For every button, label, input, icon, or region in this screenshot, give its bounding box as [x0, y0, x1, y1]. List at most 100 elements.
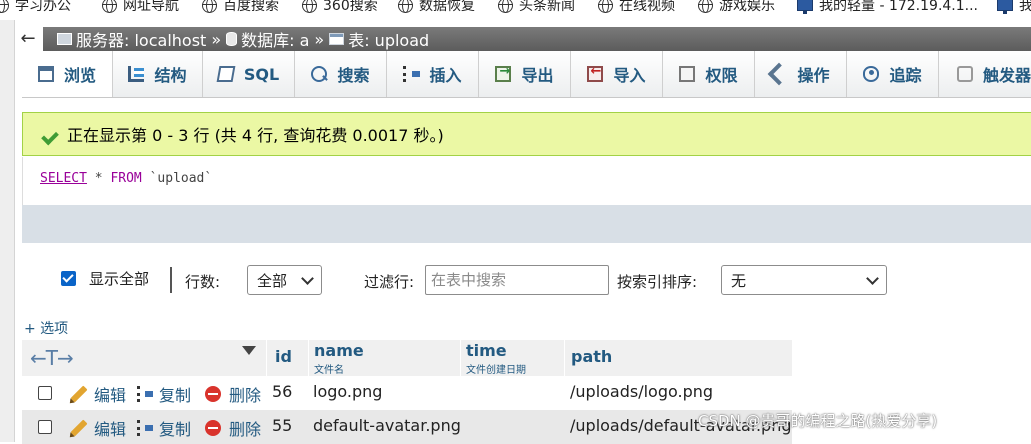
success-message: 正在显示第 0 - 3 行 (共 4 行, 查询花费 0.0017 秒。): [22, 112, 1031, 156]
bookmark-item[interactable]: 网址导航: [102, 0, 179, 16]
column-toggle-arrows[interactable]: ←T→: [30, 346, 74, 370]
edit-button[interactable]: 编辑: [70, 416, 126, 440]
sql-toolbar: [22, 205, 1031, 243]
structure-icon: [128, 66, 145, 82]
sort-select[interactable]: 无: [721, 265, 887, 295]
tab-tracking[interactable]: 追踪: [847, 51, 939, 97]
bookmark-item[interactable]: 360搜索: [302, 0, 378, 16]
tab-triggers[interactable]: 触发器: [939, 51, 1031, 97]
show-all-checkbox[interactable]: [61, 271, 76, 286]
delete-icon: [205, 420, 221, 436]
privileges-icon: [679, 66, 696, 82]
column-header-path[interactable]: path: [564, 340, 792, 376]
sql-keyword-select[interactable]: SELECT: [40, 171, 87, 186]
breadcrumb-separator: »: [211, 29, 222, 49]
options-link[interactable]: + 选项: [24, 318, 68, 338]
tab-export[interactable]: 导出: [479, 51, 571, 97]
eye-icon: [863, 66, 880, 82]
sort-triangle-icon[interactable]: [242, 346, 256, 355]
sql-star: *: [86, 171, 111, 186]
tab-insert[interactable]: 插入: [387, 51, 479, 97]
database-icon: [226, 32, 238, 46]
tab-browse[interactable]: 浏览: [22, 51, 113, 97]
chevron-down-icon: [866, 272, 879, 285]
delete-button[interactable]: 删除: [205, 382, 261, 406]
rows-select[interactable]: 全部: [247, 265, 322, 295]
table-row: 编辑 复制 删除 56 logo.png /uploads/logo.png: [22, 376, 792, 410]
cell-path[interactable]: /uploads/logo.png: [570, 382, 713, 401]
browse-icon: [37, 66, 54, 82]
sql-keyword-from: FROM: [110, 171, 142, 186]
globe-icon: [302, 0, 317, 13]
tab-sql[interactable]: SQL: [203, 51, 295, 97]
bookmark-item[interactable]: 数据恢复: [398, 0, 475, 16]
row-checkbox[interactable]: [38, 420, 52, 434]
copy-icon: [137, 386, 153, 402]
cell-name[interactable]: logo.png: [313, 382, 382, 401]
column-header-name[interactable]: name 文件名: [308, 340, 460, 376]
table-icon: [329, 33, 345, 45]
cell-id[interactable]: 56: [272, 382, 292, 401]
tab-structure[interactable]: 结构: [113, 51, 203, 97]
tab-operations[interactable]: 操作: [755, 51, 847, 97]
show-all-label: 显示全部: [89, 270, 150, 288]
back-arrow-icon[interactable]: ←: [14, 26, 42, 50]
globe-icon: [498, 0, 513, 13]
sql-icon: [216, 66, 236, 82]
globe-icon: [202, 0, 217, 13]
watermark: CSDN @贵哥的编程之路(热爱分享): [698, 412, 938, 430]
bookmark-item[interactable]: 我: [997, 0, 1031, 16]
copy-button[interactable]: 复制: [137, 382, 191, 406]
breadcrumb-separator: »: [314, 29, 325, 49]
edit-button[interactable]: 编辑: [70, 382, 126, 406]
tab-search[interactable]: 搜索: [295, 51, 387, 97]
globe-icon: [698, 0, 713, 13]
column-header-id[interactable]: id: [266, 340, 308, 376]
row-checkbox[interactable]: [38, 386, 52, 400]
filter-label: 过滤行:: [364, 273, 415, 291]
server-icon: [57, 33, 72, 45]
globe-icon: [102, 0, 117, 13]
copy-button[interactable]: 复制: [137, 416, 191, 440]
bookmark-item[interactable]: 在线视频: [598, 0, 675, 16]
bookmark-item[interactable]: 游戏娱乐: [698, 0, 775, 16]
rows-select-value: 全部: [257, 271, 288, 290]
copy-icon: [137, 420, 153, 436]
column-header-label: id: [275, 347, 292, 366]
insert-icon: [403, 66, 421, 82]
export-icon: [495, 64, 512, 82]
filter-input[interactable]: [425, 265, 609, 295]
bookmark-item[interactable]: 百度搜索: [202, 0, 279, 16]
cell-name[interactable]: default-avatar.png: [313, 416, 461, 435]
breadcrumb: 服务器: localhost » 数据库: a » 表: upload: [43, 27, 1031, 51]
bookmark-item[interactable]: 我的轻量 - 172.19.4.1...: [797, 0, 978, 16]
breadcrumb-server[interactable]: 服务器: localhost: [76, 27, 206, 51]
triggers-icon: [957, 66, 973, 82]
check-icon: [43, 128, 61, 140]
bookmark-item[interactable]: 学习办公: [0, 0, 71, 16]
column-header-label: name: [314, 341, 364, 360]
sql-table-name: `upload`: [141, 171, 213, 186]
breadcrumb-database[interactable]: 数据库: a: [241, 27, 309, 51]
bookmarks-bar: 学习办公 网址导航 百度搜索 360搜索 数据恢复 头条新闻 在线视频 游戏娱乐…: [0, 0, 1031, 20]
monitor-icon: [997, 0, 1013, 14]
column-header-time[interactable]: time 文件创建日期: [460, 340, 564, 376]
globe-icon: [0, 0, 9, 13]
column-comment: 文件创建日期: [466, 365, 526, 376]
wrench-icon: [768, 62, 791, 86]
breadcrumb-table[interactable]: 表: upload: [348, 27, 429, 51]
delete-button[interactable]: 删除: [205, 416, 261, 440]
monitor-icon: [797, 0, 813, 14]
globe-icon: [398, 0, 413, 13]
tab-privileges[interactable]: 权限: [663, 51, 755, 97]
tab-import[interactable]: 导入: [571, 51, 663, 97]
cell-id[interactable]: 55: [272, 416, 292, 435]
pencil-icon: [70, 385, 88, 403]
pencil-icon: [70, 419, 88, 437]
chevron-down-icon: [301, 272, 314, 285]
tab-bar: 浏览 结构 SQL 搜索 插入 导出 导入 权限 操作 追踪 触发器: [22, 51, 1031, 98]
table-row: 编辑 复制 删除 55 default-avatar.png /uploads/…: [22, 410, 792, 444]
bookmark-item[interactable]: 头条新闻: [498, 0, 575, 16]
rows-label: 行数:: [185, 273, 221, 291]
column-header-label: time: [466, 341, 507, 360]
